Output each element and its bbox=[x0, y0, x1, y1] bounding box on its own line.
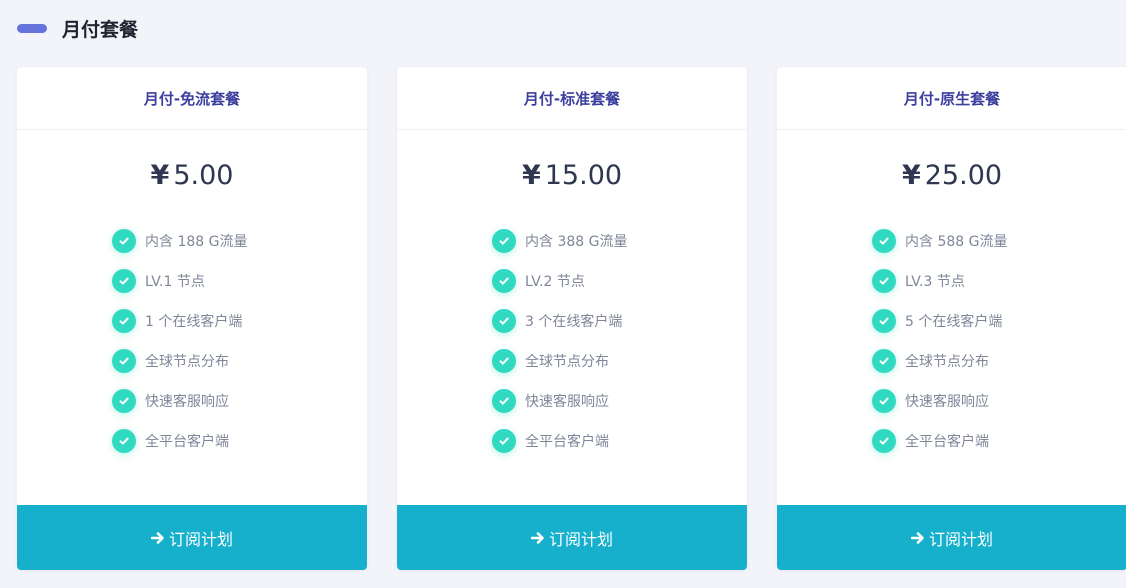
plan-price: ¥15.00 bbox=[397, 159, 747, 193]
price-value: 15.00 bbox=[544, 160, 623, 191]
check-icon bbox=[492, 349, 516, 373]
feature-text: 快速客服响应 bbox=[145, 394, 229, 410]
check-icon bbox=[112, 269, 136, 293]
check-icon bbox=[492, 229, 516, 253]
feature-item: 5 个在线客户端 bbox=[872, 301, 1126, 341]
feature-item: 全平台客户端 bbox=[112, 421, 367, 461]
feature-item: 快速客服响应 bbox=[872, 381, 1126, 421]
feature-item: 3 个在线客户端 bbox=[492, 301, 747, 341]
plan-price: ¥5.00 bbox=[17, 159, 367, 193]
feature-item: 快速客服响应 bbox=[112, 381, 367, 421]
feature-item: 全球节点分布 bbox=[492, 341, 747, 381]
plan-cards: 月付-免流套餐 ¥5.00 内含 188 G流量 LV.1 节点 1 个在线客户… bbox=[17, 67, 1126, 570]
feature-list: 内含 188 G流量 LV.1 节点 1 个在线客户端 全球节点分布 快速客服响… bbox=[112, 221, 367, 461]
feature-item: 内含 388 G流量 bbox=[492, 221, 747, 261]
subscribe-label: 订阅计划 bbox=[548, 529, 613, 549]
feature-text: 全球节点分布 bbox=[905, 354, 989, 370]
feature-text: 内含 188 G流量 bbox=[145, 234, 248, 250]
check-icon bbox=[872, 349, 896, 373]
feature-text: 全平台客户端 bbox=[525, 434, 609, 450]
check-icon bbox=[872, 389, 896, 413]
feature-text: LV.3 节点 bbox=[905, 274, 965, 290]
arrow-right-icon bbox=[530, 531, 545, 545]
plan-title: 月付-免流套餐 bbox=[143, 89, 241, 108]
check-icon bbox=[492, 269, 516, 293]
check-icon bbox=[112, 349, 136, 373]
plan-title: 月付-原生套餐 bbox=[903, 89, 1001, 108]
check-icon bbox=[872, 309, 896, 333]
subscribe-button[interactable]: 订阅计划 bbox=[777, 505, 1126, 570]
check-icon bbox=[112, 429, 136, 453]
feature-text: 内含 588 G流量 bbox=[905, 234, 1008, 250]
feature-item: 全平台客户端 bbox=[492, 421, 747, 461]
check-icon bbox=[112, 389, 136, 413]
section-title: 月付套餐 bbox=[62, 18, 139, 41]
subscribe-button[interactable]: 订阅计划 bbox=[397, 505, 747, 570]
arrow-right-icon bbox=[150, 531, 165, 545]
feature-text: 全平台客户端 bbox=[905, 434, 989, 450]
feature-text: LV.1 节点 bbox=[145, 274, 205, 290]
feature-text: 5 个在线客户端 bbox=[905, 314, 1003, 330]
check-icon bbox=[492, 389, 516, 413]
subscribe-label: 订阅计划 bbox=[928, 529, 993, 549]
currency-symbol: ¥ bbox=[521, 160, 541, 191]
feature-text: LV.2 节点 bbox=[525, 274, 585, 290]
feature-item: 1 个在线客户端 bbox=[112, 301, 367, 341]
feature-list: 内含 388 G流量 LV.2 节点 3 个在线客户端 全球节点分布 快速客服响… bbox=[492, 221, 747, 461]
feature-text: 1 个在线客户端 bbox=[145, 314, 243, 330]
feature-item: 内含 188 G流量 bbox=[112, 221, 367, 261]
currency-symbol: ¥ bbox=[150, 160, 170, 191]
plan-card-standard: 月付-标准套餐 ¥15.00 内含 388 G流量 LV.2 节点 3 个在线客… bbox=[397, 67, 747, 570]
check-icon bbox=[872, 429, 896, 453]
plan-title: 月付-标准套餐 bbox=[523, 89, 621, 108]
plan-card-free-traffic: 月付-免流套餐 ¥5.00 内含 188 G流量 LV.1 节点 1 个在线客户… bbox=[17, 67, 367, 570]
feature-item: LV.3 节点 bbox=[872, 261, 1126, 301]
feature-text: 全球节点分布 bbox=[525, 354, 609, 370]
plan-card-header: 月付-免流套餐 bbox=[17, 67, 367, 130]
feature-item: 全球节点分布 bbox=[112, 341, 367, 381]
plan-card-native: 月付-原生套餐 ¥25.00 内含 588 G流量 LV.3 节点 5 个在线客… bbox=[777, 67, 1126, 570]
feature-text: 全球节点分布 bbox=[145, 354, 229, 370]
arrow-right-icon bbox=[910, 531, 925, 545]
feature-item: 全球节点分布 bbox=[872, 341, 1126, 381]
feature-text: 3 个在线客户端 bbox=[525, 314, 623, 330]
plan-price: ¥25.00 bbox=[777, 159, 1126, 193]
check-icon bbox=[112, 309, 136, 333]
section-accent-bar bbox=[17, 23, 47, 33]
check-icon bbox=[492, 429, 516, 453]
check-icon bbox=[872, 229, 896, 253]
feature-item: 快速客服响应 bbox=[492, 381, 747, 421]
price-value: 5.00 bbox=[173, 160, 234, 191]
check-icon bbox=[112, 229, 136, 253]
feature-text: 快速客服响应 bbox=[525, 394, 609, 410]
feature-item: 全平台客户端 bbox=[872, 421, 1126, 461]
subscribe-label: 订阅计划 bbox=[168, 529, 233, 549]
feature-text: 快速客服响应 bbox=[905, 394, 989, 410]
section-header: 月付套餐 bbox=[17, 14, 138, 42]
subscribe-button[interactable]: 订阅计划 bbox=[17, 505, 367, 570]
currency-symbol: ¥ bbox=[901, 160, 921, 191]
feature-list: 内含 588 G流量 LV.3 节点 5 个在线客户端 全球节点分布 快速客服响… bbox=[872, 221, 1126, 461]
feature-text: 内含 388 G流量 bbox=[525, 234, 628, 250]
check-icon bbox=[872, 269, 896, 293]
check-icon bbox=[492, 309, 516, 333]
feature-item: 内含 588 G流量 bbox=[872, 221, 1126, 261]
plan-card-header: 月付-标准套餐 bbox=[397, 67, 747, 130]
plan-card-header: 月付-原生套餐 bbox=[777, 67, 1126, 130]
feature-item: LV.1 节点 bbox=[112, 261, 367, 301]
price-value: 25.00 bbox=[924, 160, 1003, 191]
feature-text: 全平台客户端 bbox=[145, 434, 229, 450]
feature-item: LV.2 节点 bbox=[492, 261, 747, 301]
